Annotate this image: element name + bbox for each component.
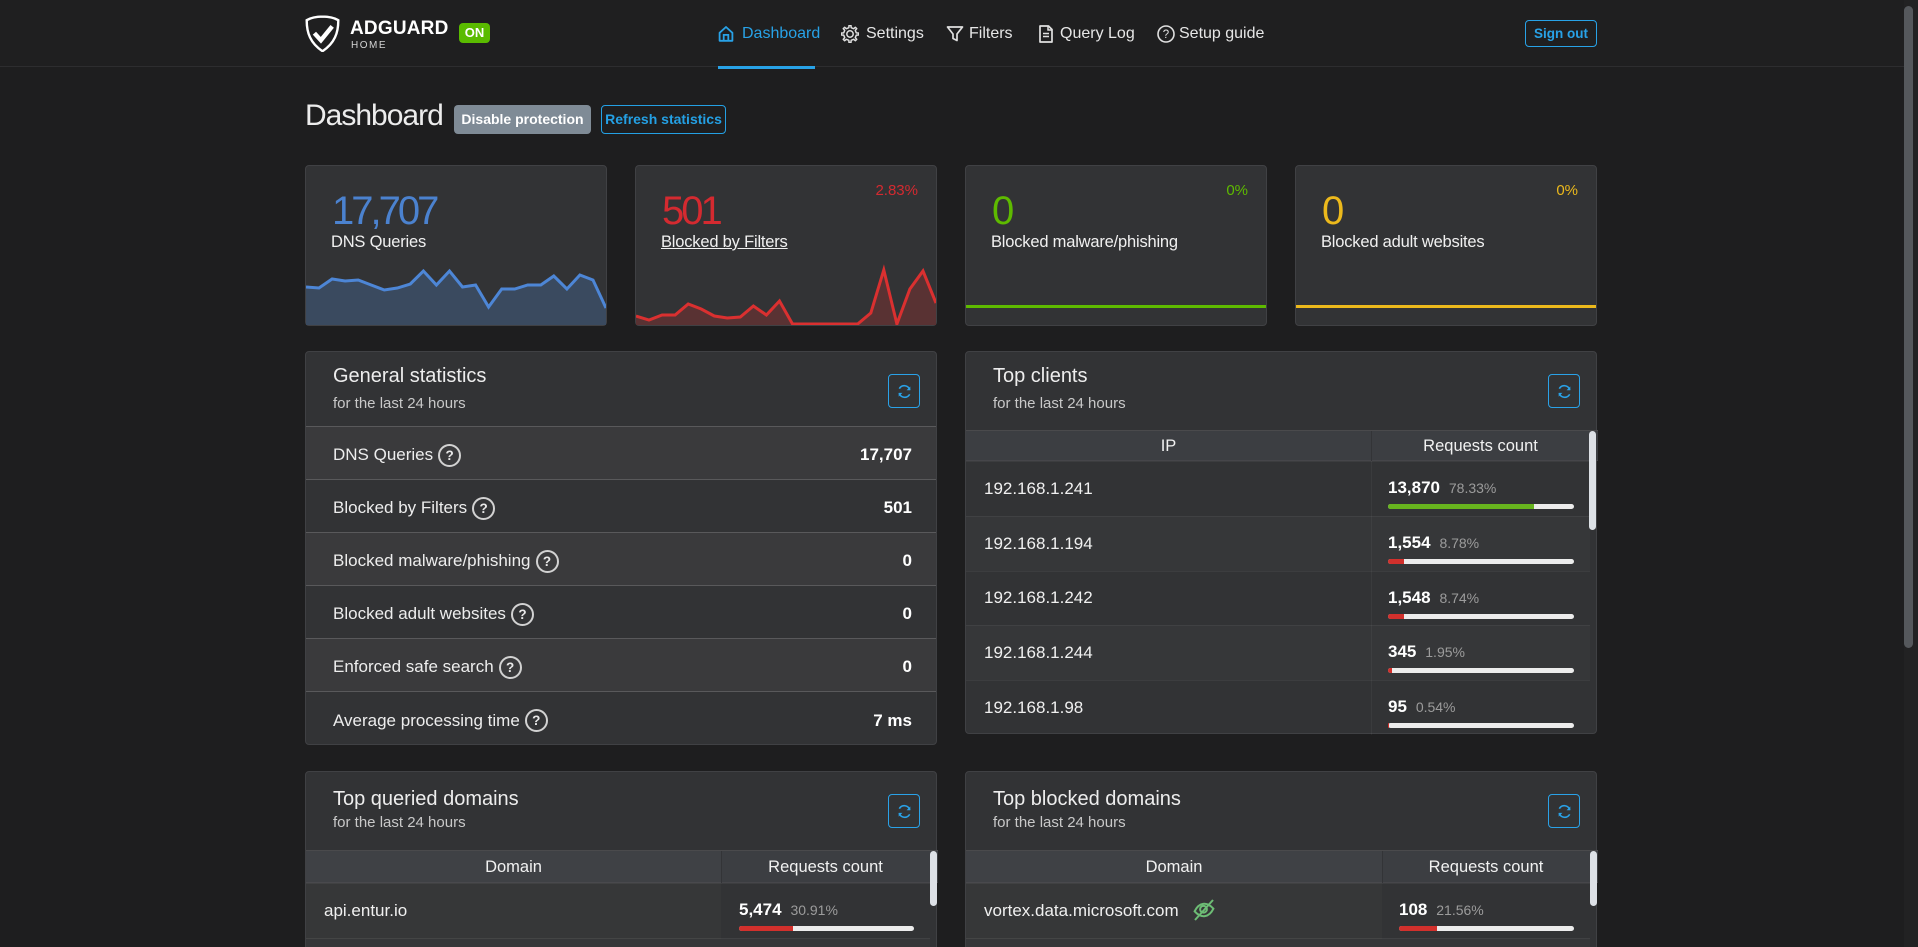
- svg-text:?: ?: [1163, 29, 1169, 41]
